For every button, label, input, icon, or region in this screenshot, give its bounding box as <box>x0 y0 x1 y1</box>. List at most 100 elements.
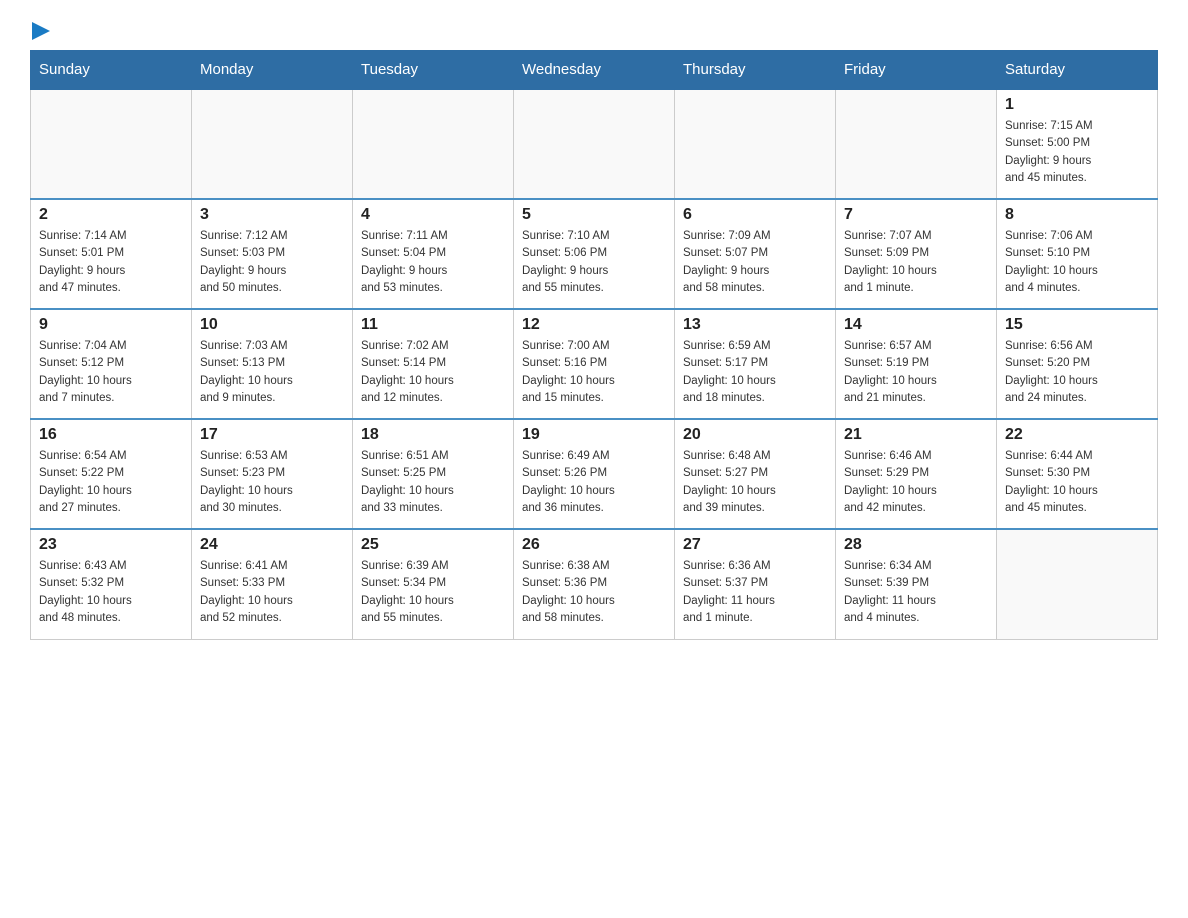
logo <box>30 20 50 40</box>
day-info: Sunrise: 6:36 AM Sunset: 5:37 PM Dayligh… <box>683 558 827 627</box>
day-info: Sunrise: 7:12 AM Sunset: 5:03 PM Dayligh… <box>200 228 344 297</box>
weekday-header-monday: Monday <box>192 51 353 90</box>
calendar-cell: 2 Sunrise: 7:14 AM Sunset: 5:01 PM Daylig… <box>31 199 192 309</box>
day-number: 21 <box>844 426 988 444</box>
calendar-cell: 16 Sunrise: 6:54 AM Sunset: 5:22 PM Dayli… <box>31 419 192 529</box>
day-number: 1 <box>1005 96 1149 114</box>
calendar-cell <box>31 89 192 199</box>
calendar-cell: 27 Sunrise: 6:36 AM Sunset: 5:37 PM Dayli… <box>675 529 836 639</box>
calendar-cell: 22 Sunrise: 6:44 AM Sunset: 5:30 PM Dayli… <box>997 419 1158 529</box>
day-number: 6 <box>683 206 827 224</box>
day-info: Sunrise: 7:10 AM Sunset: 5:06 PM Dayligh… <box>522 228 666 297</box>
calendar-cell: 7 Sunrise: 7:07 AM Sunset: 5:09 PM Daylig… <box>836 199 997 309</box>
day-number: 26 <box>522 536 666 554</box>
day-info: Sunrise: 6:34 AM Sunset: 5:39 PM Dayligh… <box>844 558 988 627</box>
calendar-week-row: 1 Sunrise: 7:15 AM Sunset: 5:00 PM Daylig… <box>31 89 1158 199</box>
calendar-cell: 24 Sunrise: 6:41 AM Sunset: 5:33 PM Dayli… <box>192 529 353 639</box>
day-number: 25 <box>361 536 505 554</box>
calendar-table: SundayMondayTuesdayWednesdayThursdayFrid… <box>30 50 1158 640</box>
day-info: Sunrise: 6:53 AM Sunset: 5:23 PM Dayligh… <box>200 448 344 517</box>
day-number: 13 <box>683 316 827 334</box>
day-info: Sunrise: 6:51 AM Sunset: 5:25 PM Dayligh… <box>361 448 505 517</box>
calendar-cell: 9 Sunrise: 7:04 AM Sunset: 5:12 PM Daylig… <box>31 309 192 419</box>
day-number: 27 <box>683 536 827 554</box>
day-info: Sunrise: 7:04 AM Sunset: 5:12 PM Dayligh… <box>39 338 183 407</box>
calendar-cell <box>514 89 675 199</box>
day-number: 7 <box>844 206 988 224</box>
day-number: 19 <box>522 426 666 444</box>
day-number: 20 <box>683 426 827 444</box>
day-number: 24 <box>200 536 344 554</box>
day-info: Sunrise: 7:11 AM Sunset: 5:04 PM Dayligh… <box>361 228 505 297</box>
calendar-week-row: 23 Sunrise: 6:43 AM Sunset: 5:32 PM Dayli… <box>31 529 1158 639</box>
logo-arrow-icon <box>32 22 50 40</box>
calendar-cell: 25 Sunrise: 6:39 AM Sunset: 5:34 PM Dayli… <box>353 529 514 639</box>
weekday-header-thursday: Thursday <box>675 51 836 90</box>
day-info: Sunrise: 6:38 AM Sunset: 5:36 PM Dayligh… <box>522 558 666 627</box>
calendar-cell: 15 Sunrise: 6:56 AM Sunset: 5:20 PM Dayli… <box>997 309 1158 419</box>
weekday-header-sunday: Sunday <box>31 51 192 90</box>
day-number: 18 <box>361 426 505 444</box>
day-info: Sunrise: 7:06 AM Sunset: 5:10 PM Dayligh… <box>1005 228 1149 297</box>
day-number: 2 <box>39 206 183 224</box>
day-info: Sunrise: 6:48 AM Sunset: 5:27 PM Dayligh… <box>683 448 827 517</box>
day-number: 14 <box>844 316 988 334</box>
day-number: 23 <box>39 536 183 554</box>
day-info: Sunrise: 6:46 AM Sunset: 5:29 PM Dayligh… <box>844 448 988 517</box>
day-number: 17 <box>200 426 344 444</box>
day-info: Sunrise: 7:03 AM Sunset: 5:13 PM Dayligh… <box>200 338 344 407</box>
calendar-week-row: 2 Sunrise: 7:14 AM Sunset: 5:01 PM Daylig… <box>31 199 1158 309</box>
calendar-cell: 12 Sunrise: 7:00 AM Sunset: 5:16 PM Dayli… <box>514 309 675 419</box>
day-number: 9 <box>39 316 183 334</box>
day-number: 12 <box>522 316 666 334</box>
calendar-cell: 1 Sunrise: 7:15 AM Sunset: 5:00 PM Daylig… <box>997 89 1158 199</box>
day-info: Sunrise: 6:56 AM Sunset: 5:20 PM Dayligh… <box>1005 338 1149 407</box>
calendar-cell: 19Sunrise: 6:49 AM Sunset: 5:26 PM Dayli… <box>514 419 675 529</box>
day-number: 16 <box>39 426 183 444</box>
calendar-cell <box>997 529 1158 639</box>
calendar-cell <box>192 89 353 199</box>
calendar-cell: 26 Sunrise: 6:38 AM Sunset: 5:36 PM Dayli… <box>514 529 675 639</box>
weekday-header-wednesday: Wednesday <box>514 51 675 90</box>
calendar-cell: 5 Sunrise: 7:10 AM Sunset: 5:06 PM Daylig… <box>514 199 675 309</box>
day-number: 11 <box>361 316 505 334</box>
calendar-cell: 10 Sunrise: 7:03 AM Sunset: 5:13 PM Dayli… <box>192 309 353 419</box>
day-info: Sunrise: 6:54 AM Sunset: 5:22 PM Dayligh… <box>39 448 183 517</box>
calendar-cell: 11 Sunrise: 7:02 AM Sunset: 5:14 PM Dayli… <box>353 309 514 419</box>
weekday-header-saturday: Saturday <box>997 51 1158 90</box>
day-number: 5 <box>522 206 666 224</box>
day-info: Sunrise: 7:14 AM Sunset: 5:01 PM Dayligh… <box>39 228 183 297</box>
calendar-cell: 23 Sunrise: 6:43 AM Sunset: 5:32 PM Dayli… <box>31 529 192 639</box>
weekday-header-tuesday: Tuesday <box>353 51 514 90</box>
day-info: Sunrise: 7:02 AM Sunset: 5:14 PM Dayligh… <box>361 338 505 407</box>
day-info: Sunrise: 6:41 AM Sunset: 5:33 PM Dayligh… <box>200 558 344 627</box>
calendar-cell: 6 Sunrise: 7:09 AM Sunset: 5:07 PM Daylig… <box>675 199 836 309</box>
calendar-cell: 28Sunrise: 6:34 AM Sunset: 5:39 PM Dayli… <box>836 529 997 639</box>
day-info: Sunrise: 6:39 AM Sunset: 5:34 PM Dayligh… <box>361 558 505 627</box>
calendar-cell: 18 Sunrise: 6:51 AM Sunset: 5:25 PM Dayli… <box>353 419 514 529</box>
day-info: Sunrise: 6:44 AM Sunset: 5:30 PM Dayligh… <box>1005 448 1149 517</box>
calendar-cell <box>675 89 836 199</box>
calendar-cell: 4 Sunrise: 7:11 AM Sunset: 5:04 PM Daylig… <box>353 199 514 309</box>
calendar-cell: 14Sunrise: 6:57 AM Sunset: 5:19 PM Dayli… <box>836 309 997 419</box>
weekday-header-row: SundayMondayTuesdayWednesdayThursdayFrid… <box>31 51 1158 90</box>
page-header <box>30 20 1158 40</box>
calendar-cell: 8Sunrise: 7:06 AM Sunset: 5:10 PM Daylig… <box>997 199 1158 309</box>
day-info: Sunrise: 7:09 AM Sunset: 5:07 PM Dayligh… <box>683 228 827 297</box>
calendar-cell: 17 Sunrise: 6:53 AM Sunset: 5:23 PM Dayli… <box>192 419 353 529</box>
calendar-cell <box>353 89 514 199</box>
day-info: Sunrise: 7:15 AM Sunset: 5:00 PM Dayligh… <box>1005 118 1149 187</box>
day-number: 3 <box>200 206 344 224</box>
day-number: 4 <box>361 206 505 224</box>
day-info: Sunrise: 7:07 AM Sunset: 5:09 PM Dayligh… <box>844 228 988 297</box>
day-info: Sunrise: 7:00 AM Sunset: 5:16 PM Dayligh… <box>522 338 666 407</box>
day-number: 10 <box>200 316 344 334</box>
calendar-cell <box>836 89 997 199</box>
day-number: 15 <box>1005 316 1149 334</box>
calendar-cell: 13 Sunrise: 6:59 AM Sunset: 5:17 PM Dayli… <box>675 309 836 419</box>
day-info: Sunrise: 6:43 AM Sunset: 5:32 PM Dayligh… <box>39 558 183 627</box>
calendar-cell: 3 Sunrise: 7:12 AM Sunset: 5:03 PM Daylig… <box>192 199 353 309</box>
day-info: Sunrise: 6:59 AM Sunset: 5:17 PM Dayligh… <box>683 338 827 407</box>
calendar-week-row: 9 Sunrise: 7:04 AM Sunset: 5:12 PM Daylig… <box>31 309 1158 419</box>
day-number: 22 <box>1005 426 1149 444</box>
